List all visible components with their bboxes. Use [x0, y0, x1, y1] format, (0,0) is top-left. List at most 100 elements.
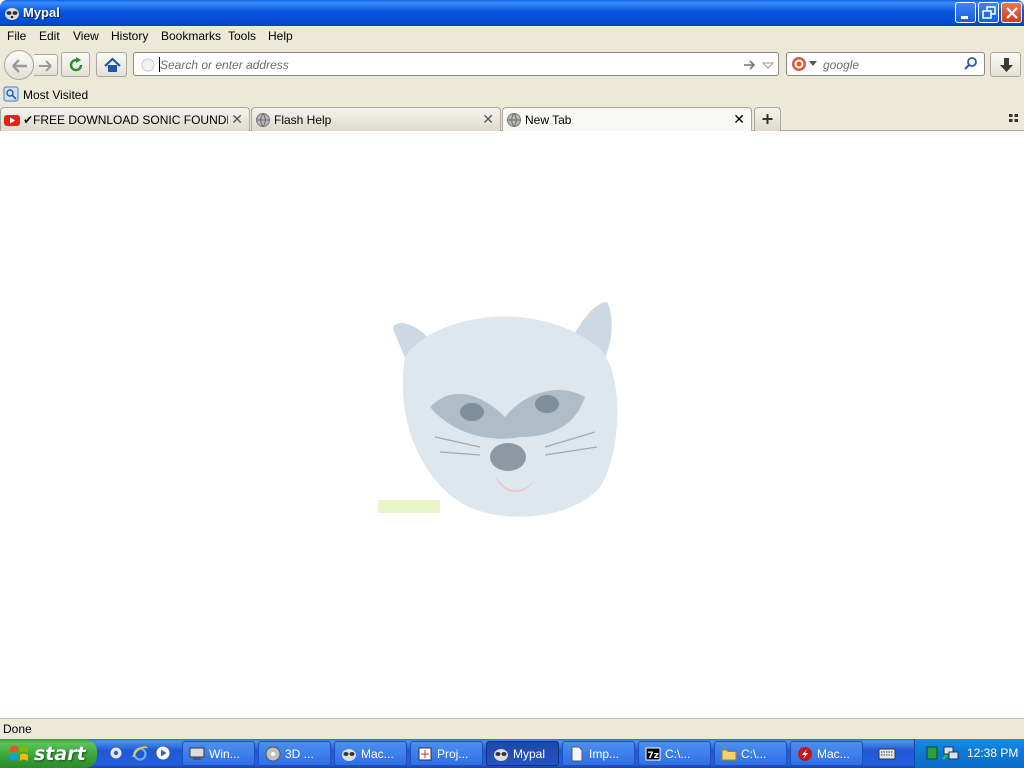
youtube-icon: [4, 115, 20, 126]
disc-icon: [265, 746, 281, 762]
close-window-button[interactable]: [1001, 2, 1022, 23]
reload-button[interactable]: [61, 52, 90, 77]
navigation-toolbar: Search or enter address google: [0, 47, 1024, 84]
task-3d[interactable]: 3D ...: [258, 741, 331, 766]
green-tray-icon[interactable]: [926, 746, 938, 760]
svg-text:7z: 7z: [648, 751, 660, 761]
engine-dropdown-icon[interactable]: [809, 61, 817, 67]
home-icon: [104, 57, 121, 72]
search-bar[interactable]: google: [786, 52, 985, 76]
windows-logo-icon: [10, 745, 28, 761]
menu-edit[interactable]: Edit: [39, 29, 60, 43]
window-title: Mypal: [23, 5, 60, 20]
task-label: 3D ...: [285, 747, 314, 761]
status-bar: Done: [0, 718, 1024, 739]
menu-tools[interactable]: Tools: [228, 29, 256, 43]
network-tray-icon[interactable]: [942, 745, 960, 761]
task-mac-2[interactable]: Mac...: [790, 741, 863, 766]
title-bar[interactable]: Mypal: [0, 0, 1024, 26]
restore-button[interactable]: [978, 2, 999, 23]
task-mac-1[interactable]: Mac...: [334, 741, 407, 766]
task-label: C:\...: [741, 747, 767, 761]
menu-history[interactable]: History: [111, 29, 148, 43]
media-player-icon[interactable]: [155, 745, 171, 761]
minimize-icon: [961, 16, 968, 19]
tab-close-icon[interactable]: ✕: [733, 111, 745, 128]
tab-label: New Tab: [525, 113, 572, 127]
folder-icon: [721, 749, 737, 761]
task-windows[interactable]: Win...: [182, 741, 255, 766]
task-label: Proj...: [437, 747, 469, 761]
computer-icon: [189, 747, 205, 760]
quicklaunch-settings-icon[interactable]: [108, 745, 124, 761]
task-project[interactable]: Proj...: [410, 741, 483, 766]
search-icon[interactable]: [963, 56, 979, 72]
most-visited-folder-icon: [3, 86, 19, 102]
taskbar: start Win... 3D ... Mac... Proj... Mypal…: [0, 739, 1024, 768]
tab-close-icon[interactable]: ✕: [482, 111, 494, 128]
status-text: Done: [3, 722, 32, 736]
address-placeholder: Search or enter address: [160, 58, 289, 72]
raccoon-icon: [342, 749, 356, 761]
keyboard-language-icon[interactable]: [878, 746, 896, 761]
most-visited-bookmark[interactable]: Most Visited: [23, 88, 88, 102]
menu-help[interactable]: Help: [268, 29, 293, 43]
globe-icon: [256, 113, 270, 127]
task-mypal[interactable]: Mypal: [486, 741, 559, 766]
start-button[interactable]: start: [0, 739, 97, 768]
system-tray: 12:38 PM: [914, 739, 1024, 768]
task-label: Win...: [209, 747, 240, 761]
task-import[interactable]: Imp...: [562, 741, 635, 766]
menu-bar: File Edit View History Bookmarks Tools H…: [0, 26, 1024, 47]
minimize-button[interactable]: [955, 2, 976, 23]
globe-icon: [507, 113, 521, 127]
page-globe-icon: [141, 58, 155, 72]
tab-new-tab[interactable]: New Tab ✕: [502, 107, 752, 132]
task-label: Mac...: [817, 747, 850, 761]
tab-label: ✔FREE DOWNLOAD SONIC FOUNDRY V...: [23, 113, 228, 127]
address-bar[interactable]: Search or enter address: [133, 52, 779, 76]
tab-groups-icon[interactable]: [1008, 112, 1020, 124]
dropdown-arrow-icon[interactable]: [761, 57, 775, 73]
new-tab-button[interactable]: [754, 107, 781, 131]
task-label: Imp...: [589, 747, 620, 761]
mypal-raccoon-logo: [378, 302, 618, 517]
tab-label: Flash Help: [274, 113, 332, 127]
close-icon: [1006, 7, 1018, 19]
menu-bookmarks[interactable]: Bookmarks: [161, 29, 221, 43]
task-label: Mypal: [513, 747, 546, 761]
home-button[interactable]: [96, 52, 127, 77]
clock: 12:38 PM: [967, 746, 1019, 760]
task-7zip[interactable]: 7z C:\...: [638, 741, 711, 766]
forward-button[interactable]: [34, 54, 58, 76]
back-button[interactable]: [4, 50, 34, 80]
tab-flash-help[interactable]: Flash Help ✕: [251, 107, 501, 131]
tab-close-icon[interactable]: ✕: [231, 111, 243, 128]
7zip-icon: 7z: [645, 747, 661, 761]
download-arrow-icon: [1000, 58, 1013, 72]
menu-file[interactable]: File: [7, 29, 26, 43]
duckduckgo-icon[interactable]: [791, 56, 807, 72]
back-arrow-icon: [12, 59, 27, 73]
mypal-app-icon: [5, 8, 19, 20]
raccoon-icon: [494, 749, 508, 761]
restore-icon: [982, 6, 996, 19]
downloads-button[interactable]: [990, 52, 1021, 77]
task-label: C:\...: [665, 747, 691, 761]
start-label: start: [34, 743, 86, 765]
task-folder[interactable]: C:\...: [714, 741, 787, 766]
page-content: [0, 131, 1024, 718]
plus-icon: [762, 114, 773, 124]
internet-explorer-icon[interactable]: [132, 745, 148, 761]
forward-arrow-icon: [39, 60, 52, 72]
tab-youtube[interactable]: ✔FREE DOWNLOAD SONIC FOUNDRY V... ✕: [0, 107, 250, 131]
task-label: Mac...: [361, 747, 394, 761]
go-arrow-icon[interactable]: [741, 57, 757, 73]
bookmarks-toolbar: Most Visited: [0, 84, 1024, 105]
flash-icon: [798, 747, 812, 761]
menu-view[interactable]: View: [73, 29, 99, 43]
document-icon: [571, 746, 583, 762]
reload-icon: [69, 57, 83, 72]
search-placeholder: google: [823, 58, 860, 72]
project-icon: [418, 747, 432, 761]
